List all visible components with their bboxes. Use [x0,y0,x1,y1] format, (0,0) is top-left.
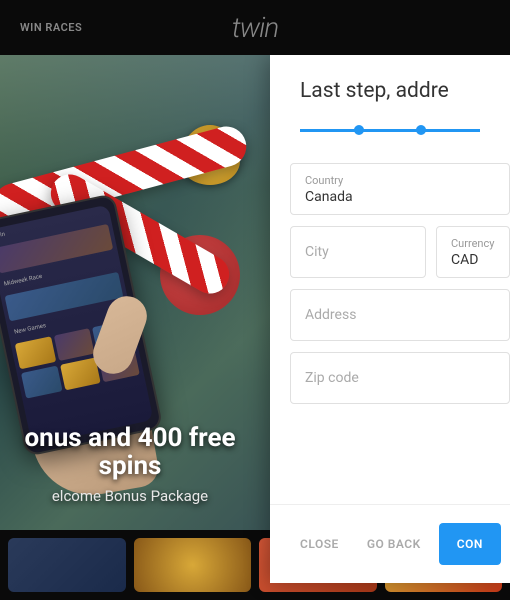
go-back-button[interactable]: GO BACK [357,527,431,561]
step-dot [416,125,426,135]
continue-button[interactable]: CON [439,523,501,565]
signup-modal: Last step, addre Country Canada City Cur… [270,55,510,583]
app-header: WIN RACES twin [0,0,510,55]
promo-banner: onus and 400 free spins elcome Bonus Pac… [0,424,260,505]
field-placeholder: Address [305,307,495,323]
page-content: twin Midweek Race New Games onus and 400… [0,55,510,600]
modal-header: Last step, addre [270,55,510,113]
field-label: Country [305,174,495,187]
field-value: Canada [305,189,495,205]
city-field[interactable]: City [290,226,426,278]
modal-actions: CLOSE GO BACK CON [270,504,510,583]
field-placeholder: City [305,244,411,260]
promo-title: onus and 400 free spins [10,424,250,481]
field-value: CAD [451,252,495,268]
game-thumbnail[interactable] [134,538,252,592]
progress-stepper [270,113,510,155]
brand-logo[interactable]: twin [232,11,278,44]
close-button[interactable]: CLOSE [290,527,349,561]
currency-field[interactable]: Currency CAD [436,226,510,278]
field-label: Currency [451,237,495,250]
promo-subtitle: elcome Bonus Package [10,487,250,505]
field-placeholder: Zip code [305,370,495,386]
game-thumbnail[interactable] [8,538,126,592]
nav-item-races[interactable]: WIN RACES [20,21,82,34]
country-field[interactable]: Country Canada [290,163,510,215]
address-form: Country Canada City Currency CAD Address… [270,155,510,504]
modal-title: Last step, addre [300,79,490,103]
address-field[interactable]: Address [290,289,510,341]
zip-field[interactable]: Zip code [290,352,510,404]
step-dot [354,125,364,135]
